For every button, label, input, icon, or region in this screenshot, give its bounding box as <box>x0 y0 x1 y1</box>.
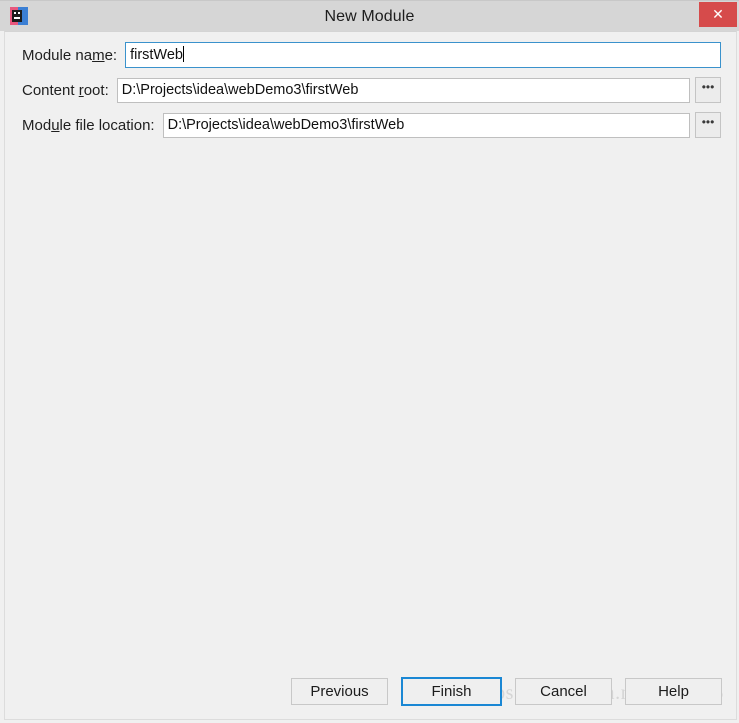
module-name-field-wrap: firstWeb <box>125 42 721 68</box>
intellij-idea-icon <box>9 6 29 26</box>
module-form: Module name: firstWeb Content root: D:\P… <box>5 40 736 145</box>
module-file-location-browse-button[interactable]: ••• <box>695 112 721 138</box>
module-name-label: Module name: <box>22 46 118 64</box>
dialog-content: Module name: firstWeb Content root: D:\P… <box>4 31 737 720</box>
form-row-module-name: Module name: firstWeb <box>5 40 736 70</box>
form-row-module-file-location: Module file location: D:\Projects\idea\w… <box>5 110 736 140</box>
previous-button[interactable]: Previous <box>291 678 388 705</box>
content-root-label: Content root: <box>22 81 109 99</box>
cancel-button[interactable]: Cancel <box>515 678 612 705</box>
module-file-location-field-wrap: D:\Projects\idea\webDemo3\firstWeb ••• <box>162 112 721 138</box>
close-button[interactable]: ✕ <box>699 2 737 27</box>
module-name-input[interactable]: firstWeb <box>125 42 721 68</box>
help-button[interactable]: Help <box>625 678 722 705</box>
dialog-footer: Previous Finish Cancel Help <box>291 677 722 706</box>
title-bar: New Module ✕ <box>0 0 739 31</box>
content-root-field-wrap: D:\Projects\idea\webDemo3\firstWeb ••• <box>116 77 721 103</box>
finish-button[interactable]: Finish <box>401 677 502 706</box>
text-caret <box>183 46 184 62</box>
content-root-input[interactable]: D:\Projects\idea\webDemo3\firstWeb <box>116 77 690 103</box>
form-row-content-root: Content root: D:\Projects\idea\webDemo3\… <box>5 75 736 105</box>
module-file-location-input[interactable]: D:\Projects\idea\webDemo3\firstWeb <box>162 112 690 138</box>
new-module-dialog: New Module ✕ Module name: firstWeb Conte… <box>0 0 739 723</box>
module-file-location-label: Module file location: <box>22 116 155 134</box>
window-title: New Module <box>324 7 415 25</box>
content-root-browse-button[interactable]: ••• <box>695 77 721 103</box>
